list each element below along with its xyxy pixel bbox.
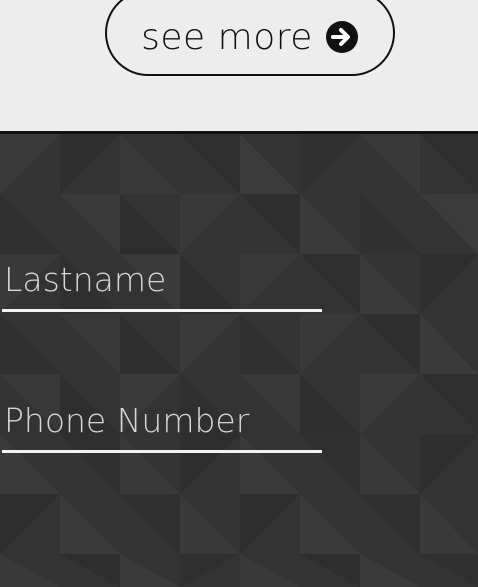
see-more-section: see more [0, 0, 478, 134]
see-more-button[interactable]: see more [105, 0, 395, 76]
lastname-underline [2, 309, 322, 312]
phone-number-underline [2, 450, 322, 453]
arrow-circle-right-icon [325, 20, 359, 54]
lastname-placeholder: Lastname [4, 260, 167, 299]
background-pattern [0, 134, 478, 587]
contact-form-section: Lastname Phone Number [0, 134, 478, 587]
phone-number-field[interactable]: Phone Number [2, 401, 322, 453]
lastname-field[interactable]: Lastname [2, 260, 322, 312]
phone-number-placeholder: Phone Number [4, 401, 250, 440]
see-more-label: see more [141, 16, 313, 58]
